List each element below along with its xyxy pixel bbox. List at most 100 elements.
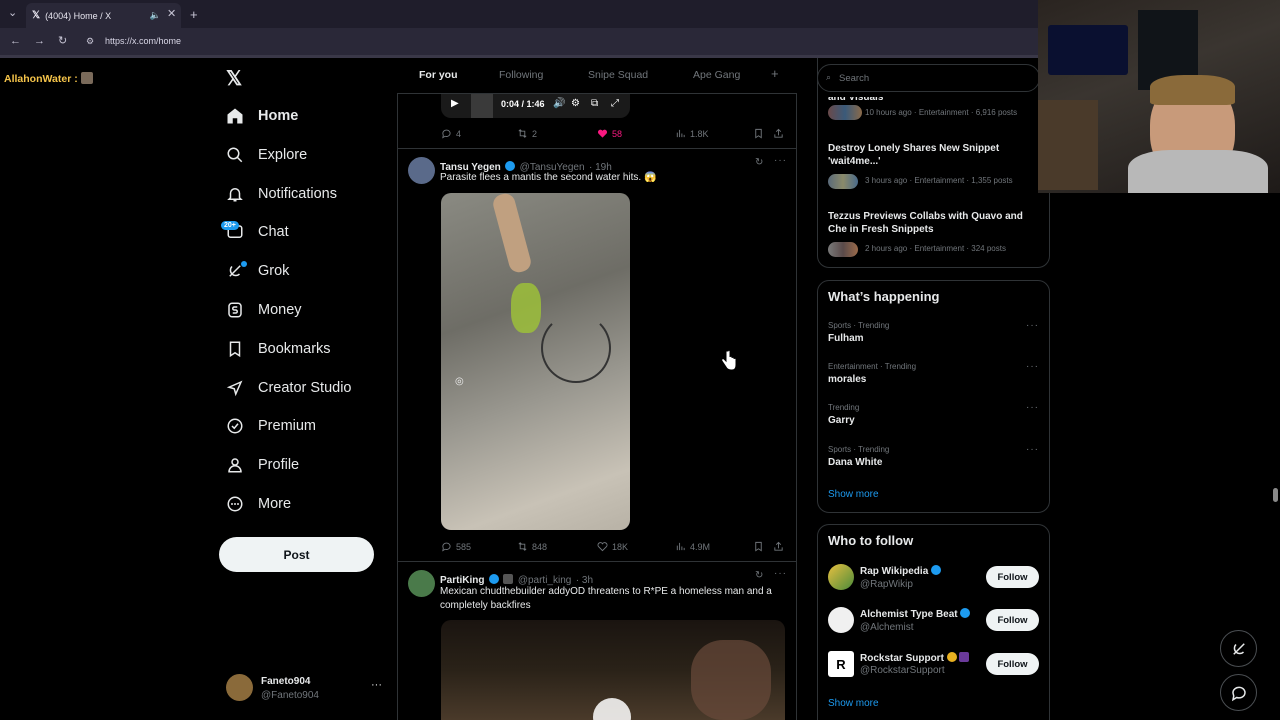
more-options-icon[interactable]: ··· <box>774 568 787 579</box>
sidebar-item-money[interactable]: Money <box>226 295 302 325</box>
trend-name[interactable]: morales <box>828 374 866 385</box>
trend-name[interactable]: Dana White <box>828 457 882 468</box>
message-icon <box>1231 686 1246 701</box>
follow-name[interactable]: Rockstar Support <box>860 652 970 664</box>
play-button-icon[interactable] <box>593 698 631 720</box>
settings-icon[interactable]: ⚙ <box>571 98 580 109</box>
grok-float-button[interactable] <box>1220 630 1257 667</box>
speaker-icon[interactable]: 🔈 <box>150 10 161 21</box>
follow-button[interactable]: Follow <box>986 653 1039 675</box>
url-field[interactable]: https://x.com/home <box>105 36 181 46</box>
tab-following[interactable]: Following <box>499 69 543 81</box>
repost-button[interactable]: 848 <box>517 541 547 552</box>
account-switcher[interactable]: Faneto904 @Faneto904 ··· <box>226 674 386 704</box>
affiliate-badge-icon <box>959 652 970 662</box>
news-title[interactable]: Tezzus Previews Collabs with Quavo and <box>828 211 1023 222</box>
new-tab-icon[interactable]: + <box>190 8 198 21</box>
views-icon <box>676 129 685 138</box>
page-scrollbar[interactable] <box>1273 488 1278 502</box>
reply-button[interactable]: 4 <box>441 128 461 139</box>
tweet-video[interactable] <box>441 620 785 720</box>
share-button[interactable] <box>773 128 784 139</box>
account-handle: @Faneto904 <box>261 690 319 701</box>
forward-icon[interactable]: → <box>34 36 45 47</box>
account-more-icon[interactable]: ··· <box>371 679 382 691</box>
avatar[interactable] <box>408 157 435 184</box>
premium-icon <box>227 418 243 434</box>
show-more-link[interactable]: Show more <box>828 698 879 709</box>
video-player[interactable]: ▶ 0:04 / 1:46 🔊 ⚙ ⧉ ⤢ <box>441 92 630 118</box>
grok-analyze-icon[interactable]: ↻ <box>755 570 763 581</box>
avatar[interactable] <box>828 564 854 590</box>
grok-analyze-icon[interactable]: ↻ <box>755 157 763 168</box>
sidebar-item-label: Chat <box>258 224 289 240</box>
sidebar-item-profile[interactable]: Profile <box>226 450 299 480</box>
mantis-shape <box>511 283 541 333</box>
rockstar-logo-icon[interactable]: R <box>828 651 854 677</box>
tweet-video[interactable]: ◎ <box>441 193 630 530</box>
follow-name[interactable]: Alchemist Type Beat <box>860 608 971 620</box>
sidebar-item-explore[interactable]: Explore <box>226 140 307 170</box>
like-button[interactable]: 18K <box>597 541 628 552</box>
reply-button[interactable]: 585 <box>441 541 471 552</box>
like-button[interactable]: 58 <box>597 128 622 139</box>
follow-button[interactable]: Follow <box>986 609 1039 631</box>
reload-icon[interactable]: ↻ <box>58 36 67 47</box>
tab-snipe-squad[interactable]: Snipe Squad <box>588 69 648 81</box>
show-more-link[interactable]: Show more <box>828 489 879 500</box>
sidebar-item-more[interactable]: More <box>226 489 291 519</box>
person-shape <box>691 640 771 720</box>
like-count: 18K <box>612 541 629 552</box>
tab-for-you[interactable]: For you <box>419 69 458 81</box>
share-button[interactable] <box>773 541 784 552</box>
fullscreen-icon[interactable]: ⤢ <box>611 98 619 109</box>
browser-tab[interactable]: 𝕏 (4004) Home / X 🔈 <box>26 3 181 28</box>
sidebar-item-notifications[interactable]: Notifications <box>226 179 337 209</box>
x-logo-icon[interactable]: 𝕏 <box>226 66 242 91</box>
bookmark-button[interactable] <box>753 541 764 552</box>
sidebar-item-label: Explore <box>258 147 308 163</box>
avatar[interactable] <box>828 607 854 633</box>
follow-name[interactable]: Rap Wikipedia <box>860 565 942 577</box>
sidebar-item-label: Grok <box>258 263 290 279</box>
news-meta: 10 hours ago · Entertainment · 6,916 pos… <box>865 108 1018 117</box>
pip-icon[interactable]: ⧉ <box>591 98 598 109</box>
sidebar-item-label: Money <box>258 302 302 318</box>
tab-list-chevron-icon[interactable]: ⌄ <box>8 8 17 19</box>
post-button[interactable]: Post <box>219 537 374 572</box>
sidebar-item-bookmarks[interactable]: Bookmarks <box>226 334 331 364</box>
views-count: 4.9M <box>690 541 711 552</box>
more-options-icon[interactable]: ··· <box>774 155 787 166</box>
tab-ape-gang[interactable]: Ape Gang <box>693 69 740 81</box>
messages-float-button[interactable] <box>1220 674 1257 711</box>
trend-name[interactable]: Fulham <box>828 333 864 344</box>
trend-more-icon[interactable]: ··· <box>1026 320 1039 331</box>
follow-button[interactable]: Follow <box>986 566 1039 588</box>
sidebar-item-premium[interactable]: Premium <box>226 411 316 441</box>
volume-icon[interactable]: 🔊 <box>553 98 565 109</box>
play-icon[interactable]: ▶ <box>451 98 459 109</box>
close-tab-icon[interactable]: ✕ <box>167 9 176 20</box>
sidebar-item-grok[interactable]: Grok <box>226 256 289 286</box>
sidebar-item-label: Notifications <box>258 186 337 202</box>
gold-verified-badge-icon <box>946 652 957 662</box>
add-tab-icon[interactable]: + <box>771 66 779 81</box>
bell-icon <box>227 188 243 202</box>
views-button[interactable]: 1.8K <box>675 128 709 139</box>
trend-name[interactable]: Garry <box>828 415 855 426</box>
news-title[interactable]: Che in Fresh Snippets <box>828 224 934 235</box>
bookmark-button[interactable] <box>753 128 764 139</box>
trend-more-icon[interactable]: ··· <box>1026 402 1039 413</box>
site-info-icon[interactable]: ⚙ <box>86 37 94 46</box>
trend-more-icon[interactable]: ··· <box>1026 361 1039 372</box>
sidebar-item-creator-studio[interactable]: Creator Studio <box>226 373 352 403</box>
back-icon[interactable]: ← <box>10 36 21 47</box>
trend-more-icon[interactable]: ··· <box>1026 444 1039 455</box>
avatar[interactable] <box>408 570 435 597</box>
sidebar-item-home[interactable]: Home <box>226 101 298 131</box>
news-title[interactable]: 'wait4me...' <box>828 156 881 167</box>
news-title[interactable]: Destroy Lonely Shares New Snippet <box>828 143 999 154</box>
hand-shape <box>491 193 533 275</box>
repost-button[interactable]: 2 <box>517 128 537 139</box>
views-button[interactable]: 4.9M <box>675 541 710 552</box>
